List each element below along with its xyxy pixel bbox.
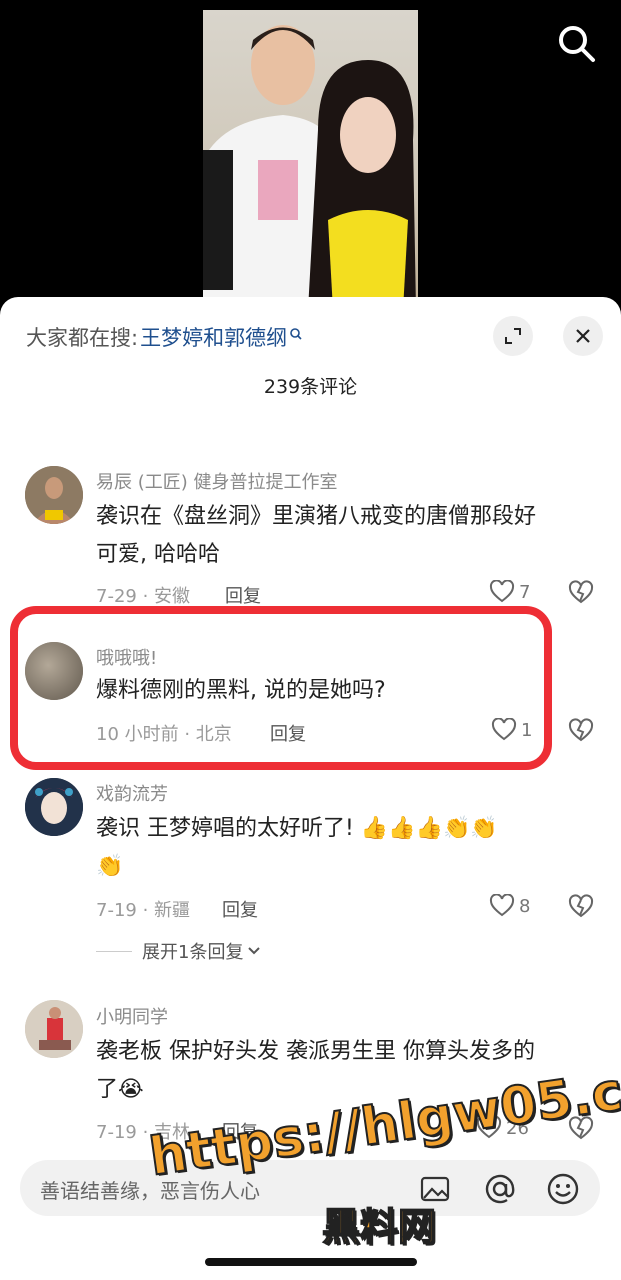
expand-button[interactable] [493, 316, 533, 356]
comment-line: 袭识 王梦婷唱的太好听了! 👍👍👍👏👏 [96, 816, 498, 841]
comment-date-location: 7-19 · 新疆 [96, 900, 191, 921]
like-count: 7 [519, 581, 531, 603]
comment-text: 袭识在《盘丝洞》里演猪八戒变的唐僧那段好 可爱, 哈哈哈 [96, 498, 586, 574]
video-frame [203, 10, 418, 310]
reply-button[interactable]: 回复 [225, 582, 261, 608]
comment-count: 239条评论 [263, 376, 358, 398]
hot-search-term[interactable]: 王梦婷和郭德纲 [140, 322, 287, 352]
dislike-icon[interactable] [568, 718, 594, 744]
highlight-box [10, 606, 552, 770]
like-count: 8 [519, 895, 531, 917]
comment-line: 袭老板 保护好头发 袭派男生里 你算头发多的 [96, 1039, 535, 1064]
expand-icon [505, 328, 521, 344]
avatar[interactable] [25, 1000, 83, 1058]
expand-replies-label: 展开1条回复 [142, 942, 244, 963]
emoji-icon[interactable] [546, 1172, 580, 1206]
like-button[interactable]: 7 [489, 580, 530, 604]
mention-icon[interactable] [483, 1172, 517, 1206]
comment-username[interactable]: 易辰 (工匠) 健身普拉提工作室 [96, 468, 338, 494]
comment-input[interactable]: 善语结善缘，恶言伤人心 [40, 1175, 260, 1204]
avatar[interactable] [25, 466, 83, 524]
comment-date-location: 7-29 · 安徽 [96, 586, 191, 607]
dislike-icon[interactable] [568, 894, 594, 920]
comment-line: 可爱, 哈哈哈 [96, 542, 220, 567]
comment-username[interactable]: 小明同学 [96, 1003, 168, 1029]
close-button[interactable] [563, 316, 603, 356]
avatar[interactable] [25, 778, 83, 836]
dislike-icon[interactable] [568, 580, 594, 606]
reply-button[interactable]: 回复 [222, 896, 258, 922]
expand-replies-button[interactable]: 展开1条回复 [96, 938, 261, 964]
watermark-name: 黑料网 [321, 1204, 437, 1250]
like-button[interactable]: 8 [489, 894, 530, 918]
comment-line: 👏 [96, 854, 124, 879]
heart-icon [489, 894, 515, 917]
heart-icon [489, 580, 515, 603]
comment-line: 袭识在《盘丝洞》里演猪八戒变的唐僧那段好 [96, 504, 537, 529]
home-indicator [205, 1258, 417, 1266]
video-player[interactable] [0, 0, 621, 310]
search-icon[interactable] [555, 22, 599, 66]
woman-figure [308, 60, 416, 310]
comment-text: 袭识 王梦婷唱的太好听了! 👍👍👍👏👏 👏 [96, 810, 586, 886]
hot-search-bar[interactable]: 大家都在搜: 王梦婷和郭德纲 [26, 322, 303, 352]
hot-search-prefix: 大家都在搜: [26, 326, 139, 350]
comment-username[interactable]: 戏韵流芳 [96, 780, 168, 806]
chevron-down-icon [248, 947, 261, 955]
close-icon [576, 329, 590, 343]
divider [96, 950, 132, 952]
small-search-icon [290, 328, 302, 340]
